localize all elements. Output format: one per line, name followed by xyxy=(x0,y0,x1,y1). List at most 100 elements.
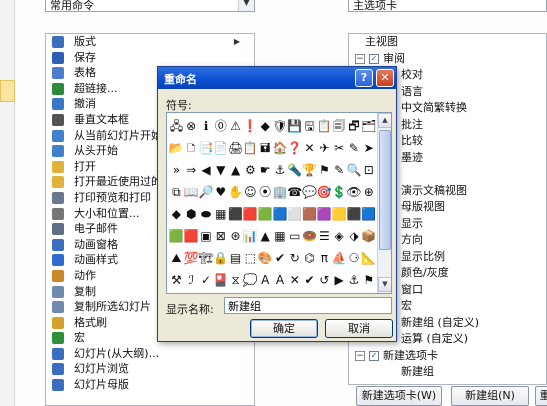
symbol-cell[interactable]: ⚆ xyxy=(347,247,362,269)
symbol-cell[interactable]: 🔒 xyxy=(213,247,228,269)
symbol-cell[interactable]: 💾 xyxy=(287,115,302,137)
symbol-cell[interactable]: ◆ xyxy=(169,203,184,225)
symbol-cell[interactable]: 🖧 xyxy=(169,115,184,137)
tree-item[interactable]: 新建组 xyxy=(349,364,546,381)
symbol-cell[interactable]: 🟫 xyxy=(302,203,317,225)
symbol-cell[interactable]: ⚐ xyxy=(169,291,184,293)
symbol-cell[interactable]: ⊛ xyxy=(228,225,243,247)
symbol-cell[interactable]: ↻ xyxy=(287,247,302,269)
symbol-cell[interactable]: ❗ xyxy=(243,115,258,137)
ok-button[interactable]: 确定 xyxy=(250,319,318,338)
symbol-grid[interactable]: 🖧 ⊗ ℹ ⓪ ⚠ ❗ ◆ 🛡 💾 🖫 📋 🗐 🗗 🗂 📂 🗅 📑 📄 🖨 📋 🖬 🏠 ❓ ✕ ✈ ✂ ✎ ➤» ⇒ ◀ ▼ ▲ ⚙ ☛ ⚓ 🔦 🏆 ⚑ ✎… xyxy=(169,115,377,293)
symbol-cell[interactable]: » xyxy=(169,159,184,181)
tree-item[interactable]: 主视图 xyxy=(349,34,546,51)
collapse-icon[interactable]: − xyxy=(355,53,365,64)
command-item[interactable]: 版式 ▶ xyxy=(46,34,254,50)
symbol-cell[interactable]: ✔ xyxy=(273,247,288,269)
symbol-cell[interactable]: 🟩 xyxy=(258,203,273,225)
command-item[interactable]: 幻灯片母版 xyxy=(46,377,254,393)
symbol-cell[interactable]: 📐 xyxy=(361,247,376,269)
symbol-cell[interactable]: ⬆ xyxy=(184,291,199,293)
symbol-cell[interactable]: 🖫 xyxy=(302,115,317,137)
symbol-cell[interactable]: ▤ xyxy=(228,247,243,269)
selected-category[interactable] xyxy=(0,80,15,102)
symbol-cell[interactable]: 🎴 xyxy=(213,269,228,291)
symbol-cell[interactable]: 🟪 xyxy=(317,203,332,225)
symbol-cell[interactable]: ▶ xyxy=(332,269,347,291)
symbol-cell[interactable]: ✓ xyxy=(199,269,214,291)
symbol-cell[interactable]: A xyxy=(273,269,288,291)
symbol-cell[interactable]: ⬗ xyxy=(347,225,362,247)
symbol-cell[interactable]: ⚙ xyxy=(243,159,258,181)
symbol-cell[interactable]: 🍩 xyxy=(302,225,317,247)
symbol-cell[interactable]: ⚑ xyxy=(317,159,332,181)
symbol-cell[interactable]: 📋 xyxy=(243,137,258,159)
symbol-cell[interactable]: ✎ xyxy=(347,137,362,159)
symbol-cell[interactable]: 🟥 xyxy=(243,203,258,225)
tabs-source-combo[interactable]: 主选项卡 xyxy=(348,0,547,12)
symbol-cell[interactable]: ⬬ xyxy=(199,203,214,225)
dialog-titlebar[interactable]: 重命名 ? ✕ xyxy=(158,67,396,89)
symbol-cell[interactable]: ⬜ xyxy=(287,203,302,225)
close-button[interactable]: ✕ xyxy=(376,69,394,87)
symbol-cell[interactable]: ℐ xyxy=(184,269,199,291)
symbol-cell[interactable]: ⚓ xyxy=(347,269,362,291)
symbol-cell[interactable]: 💯 xyxy=(184,247,199,269)
tree-item[interactable]: − ✓ 审阅 xyxy=(349,51,546,68)
symbol-cell[interactable]: 🟩 xyxy=(169,225,184,247)
symbol-cell[interactable]: 💲 xyxy=(332,181,347,203)
symbol-cell[interactable]: 💭 xyxy=(243,269,258,291)
symbol-cell[interactable]: 📦 xyxy=(361,225,376,247)
symbol-cell[interactable]: 🔎 xyxy=(199,181,214,203)
symbol-cell[interactable]: ⚒ xyxy=(169,269,184,291)
symbol-cell[interactable]: 📖 xyxy=(184,181,199,203)
symbol-cell[interactable]: ✕ xyxy=(287,269,302,291)
symbol-cell[interactable]: ◀ xyxy=(199,159,214,181)
symbol-cell[interactable]: ♥ xyxy=(213,181,228,203)
help-button[interactable]: ? xyxy=(355,69,373,87)
symbol-cell[interactable]: π xyxy=(317,247,332,269)
symbol-cell[interactable]: 🎨 xyxy=(258,247,273,269)
symbol-cell[interactable]: 📄 xyxy=(213,137,228,159)
symbol-cell[interactable]: ⬛ xyxy=(346,203,361,225)
symbol-cell[interactable]: 🏆 xyxy=(302,159,317,181)
symbol-cell[interactable]: 🗗 xyxy=(347,115,362,137)
symbol-cell[interactable]: 🔍 xyxy=(346,159,361,181)
collapse-icon[interactable]: − xyxy=(355,350,365,361)
symbol-cell[interactable]: ◈ xyxy=(332,225,347,247)
chevron-down-icon[interactable]: ▼ xyxy=(238,0,254,11)
symbol-cell[interactable]: ⬛ xyxy=(228,203,243,225)
symbol-cell[interactable]: 🟥 xyxy=(184,225,199,247)
symbol-cell[interactable]: ↺ xyxy=(317,269,332,291)
symbol-cell[interactable]: 📋 xyxy=(317,115,332,137)
new-tab-button[interactable]: 新建选项卡(W) xyxy=(356,386,442,406)
symbol-cell[interactable]: ⧉ xyxy=(169,181,184,203)
command-item[interactable]: 幻灯片(从大纲)... xyxy=(46,346,254,362)
symbol-cell[interactable]: ✕ xyxy=(302,137,317,159)
tab-checkbox[interactable]: ✓ xyxy=(369,53,379,64)
symbol-cell[interactable]: ☎ xyxy=(287,181,302,203)
tree-item[interactable]: − ✓ 新建选项卡 xyxy=(349,348,546,365)
symbol-cell[interactable]: ⇒ xyxy=(184,159,199,181)
symbol-cell[interactable]: ⦿ xyxy=(258,181,273,203)
symbol-picker[interactable]: 🖧 ⊗ ℹ ⓪ ⚠ ❗ ◆ 🛡 💾 🖫 📋 🗐 🗗 🗂 📂 🗅 📑 📄 🖨 📋 🖬 🏠 ❓ ✕ ✈ ✂ ✎ ➤» ⇒ ◀ ▼ ▲ ⚙ ☛ ⚓ 🔦 🏆 ⚑ ✎… xyxy=(166,112,392,294)
symbol-cell[interactable]: ▲ xyxy=(228,159,243,181)
symbol-cell[interactable]: ◆ xyxy=(258,115,273,137)
symbol-cell[interactable]: ✈ xyxy=(317,137,332,159)
symbol-cell[interactable]: ➤ xyxy=(361,137,376,159)
symbol-cell[interactable]: 🟦 xyxy=(361,203,376,225)
rename-button[interactable]: 重 xyxy=(535,386,547,406)
display-name-input[interactable] xyxy=(224,297,392,314)
symbol-cell[interactable]: 🖨 xyxy=(228,137,243,159)
symbol-cell[interactable]: ⊗ xyxy=(184,115,199,137)
symbol-cell[interactable]: ⧖ xyxy=(228,269,243,291)
symbol-cell[interactable]: ▦ xyxy=(213,203,228,225)
symbol-cell[interactable]: 💬 xyxy=(302,181,317,203)
command-item[interactable]: 保存 xyxy=(46,50,254,66)
symbol-cell[interactable]: ⚑ xyxy=(361,269,376,291)
command-item[interactable]: 幻灯片浏览 xyxy=(46,361,254,377)
symbol-cell[interactable]: ✎ xyxy=(332,159,347,181)
symbol-cell[interactable]: ⊠ xyxy=(213,225,228,247)
commands-source-combo[interactable]: 常用命令 ▼ xyxy=(45,0,255,12)
symbol-cell[interactable]: ▣ xyxy=(199,225,214,247)
